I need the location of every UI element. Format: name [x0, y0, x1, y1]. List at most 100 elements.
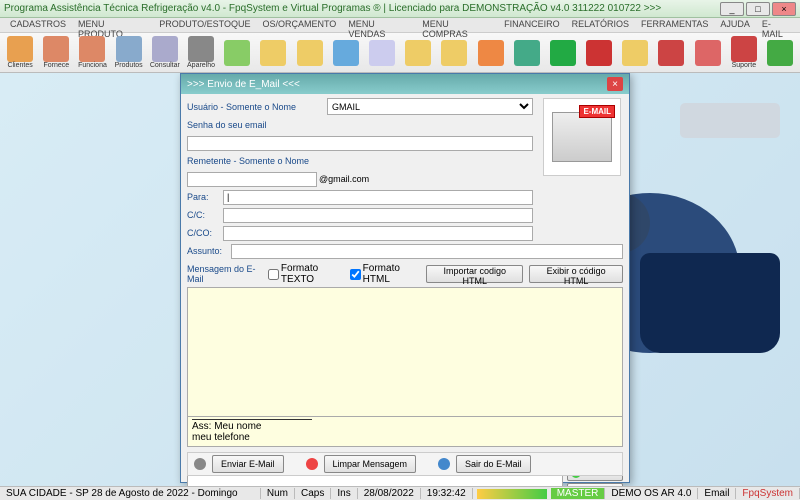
menu-produto/estoque[interactable]: PRODUTO/ESTOQUE — [153, 18, 256, 32]
toolbar-btn-21[interactable] — [763, 34, 797, 72]
toolbar-icon — [7, 36, 33, 62]
toolbar-btn-19[interactable] — [691, 34, 725, 72]
status-demo: DEMO OS AR 4.0 — [605, 488, 698, 499]
toolbar-icon — [188, 36, 214, 62]
toolbar-btn-14[interactable] — [510, 34, 544, 72]
toolbar-icon — [478, 40, 504, 66]
menu-ferramentas[interactable]: FERRAMENTAS — [635, 18, 714, 32]
cc-label: C/C: — [187, 210, 223, 220]
signature-line2: meu telefone — [192, 432, 618, 443]
subject-input[interactable] — [231, 244, 623, 259]
toolbar-btn-15[interactable] — [546, 34, 580, 72]
cco-input[interactable] — [223, 226, 533, 241]
menu-bar: CADASTROSMENU PRODUTOPRODUTO/ESTOQUEOS/O… — [0, 18, 800, 33]
toolbar-btn-6[interactable] — [220, 34, 254, 72]
toolbar-btn-8[interactable] — [293, 34, 327, 72]
toolbar-btn-10[interactable] — [365, 34, 399, 72]
dialog-action-bar: Enviar E-Mail Limpar Mensagem Sair do E-… — [187, 452, 623, 476]
toolbar-label: Funciona — [78, 62, 107, 69]
toolbar-icon — [43, 36, 69, 62]
menu-menu vendas[interactable]: MENU VENDAS — [342, 18, 416, 32]
toolbar-btn-7[interactable] — [256, 34, 290, 72]
toolbar-btn-2[interactable]: Funciona — [75, 34, 109, 72]
menu-e-mail[interactable]: E-MAIL — [756, 18, 796, 32]
cc-input[interactable] — [223, 208, 533, 223]
toolbar-label: Clientes — [7, 62, 32, 69]
import-html-button[interactable]: Importar codigo HTML — [426, 265, 523, 283]
toolbar-btn-4[interactable]: Consultar — [148, 34, 182, 72]
toolbar-icon — [622, 40, 648, 66]
cco-label: C/CO: — [187, 228, 223, 238]
status-num: Num — [261, 488, 295, 499]
close-button[interactable]: × — [772, 2, 796, 16]
password-label: Senha do seu email — [187, 120, 327, 130]
show-html-button[interactable]: Exibir o código HTML — [529, 265, 623, 283]
signature-area[interactable]: Ass: Meu nome meu telefone — [187, 417, 623, 447]
menu-menu produto[interactable]: MENU PRODUTO — [72, 18, 153, 32]
toolbar-label: Aparelho — [187, 62, 215, 69]
toolbar-icon — [586, 40, 612, 66]
send-email-button[interactable]: Enviar E-Mail — [212, 455, 284, 473]
toolbar-btn-1[interactable]: Fornece — [39, 34, 73, 72]
email-dialog: >>> Envio de E_Mail <<< × E-MAIL Usuário… — [180, 73, 630, 483]
toolbar-btn-18[interactable] — [654, 34, 688, 72]
sender-input[interactable] — [187, 172, 317, 187]
menu-relatórios[interactable]: RELATÓRIOS — [566, 18, 635, 32]
toolbar-btn-3[interactable]: Produtos — [112, 34, 146, 72]
message-textarea[interactable] — [187, 287, 623, 417]
dialog-body: E-MAIL Usuário - Somente o Nome GMAIL Se… — [181, 94, 629, 486]
toolbar-btn-20[interactable]: Suporte — [727, 34, 761, 72]
toolbar-btn-5[interactable]: Aparelho — [184, 34, 218, 72]
status-fpqsystem[interactable]: FpqSystem — [736, 488, 800, 499]
to-input[interactable] — [223, 190, 533, 205]
domain-label: @gmail.com — [317, 174, 369, 184]
menu-cadastros[interactable]: CADASTROS — [4, 18, 72, 32]
menu-os/orçamento[interactable]: OS/ORÇAMENTO — [256, 18, 342, 32]
toolbar-btn-13[interactable] — [473, 34, 507, 72]
status-email[interactable]: Email — [698, 488, 736, 499]
user-input[interactable] — [187, 136, 533, 151]
status-caps: Caps — [295, 488, 331, 499]
menu-menu compras[interactable]: MENU COMPRAS — [416, 18, 498, 32]
dialog-title: >>> Envio de E_Mail <<< — [187, 79, 607, 90]
toolbar-label: Produtos — [115, 62, 143, 69]
toolbar-label: Suporte — [732, 62, 757, 69]
format-text-checkbox[interactable]: Formato TEXTO — [268, 263, 344, 285]
toolbar-btn-16[interactable] — [582, 34, 616, 72]
minimize-button[interactable]: _ — [720, 2, 744, 16]
toolbar-icon — [550, 40, 576, 66]
toolbar-icon — [514, 40, 540, 66]
exit-email-button[interactable]: Sair do E-Mail — [456, 455, 531, 473]
bg-sofa — [640, 253, 780, 353]
menu-ajuda[interactable]: AJUDA — [714, 18, 756, 32]
toolbar-btn-11[interactable] — [401, 34, 435, 72]
maximize-button[interactable]: □ — [746, 2, 770, 16]
toolbar-icon — [79, 36, 105, 62]
toolbar-icon — [152, 36, 178, 62]
toolbar-icon — [369, 40, 395, 66]
toolbar-icon — [405, 40, 431, 66]
toolbar-btn-0[interactable]: Clientes — [3, 34, 37, 72]
toolbar-btn-9[interactable] — [329, 34, 363, 72]
toolbar-icon — [731, 36, 757, 62]
status-master: MASTER — [551, 488, 606, 499]
status-progress — [477, 489, 547, 499]
dialog-titlebar: >>> Envio de E_Mail <<< × — [181, 74, 629, 94]
clear-message-button[interactable]: Limpar Mensagem — [324, 455, 417, 473]
toolbar-label: Fornece — [43, 62, 69, 69]
provider-select[interactable]: GMAIL — [327, 98, 533, 115]
envelope-icon: E-MAIL — [552, 112, 612, 162]
toolbar-icon — [441, 40, 467, 66]
format-html-checkbox[interactable]: Formato HTML — [350, 263, 421, 285]
content-area: >>> Envio de E_Mail <<< × E-MAIL Usuário… — [0, 73, 800, 486]
bg-ac-unit — [680, 103, 780, 138]
window-controls: _ □ × — [720, 2, 796, 16]
toolbar-btn-17[interactable] — [618, 34, 652, 72]
to-label: Para: — [187, 192, 223, 202]
dialog-close-button[interactable]: × — [607, 77, 623, 91]
signature-line1: Ass: Meu nome — [192, 421, 618, 432]
arrow-icon — [438, 458, 450, 470]
menu-financeiro[interactable]: FINANCEIRO — [498, 18, 566, 32]
toolbar-icon — [260, 40, 286, 66]
toolbar-btn-12[interactable] — [437, 34, 471, 72]
